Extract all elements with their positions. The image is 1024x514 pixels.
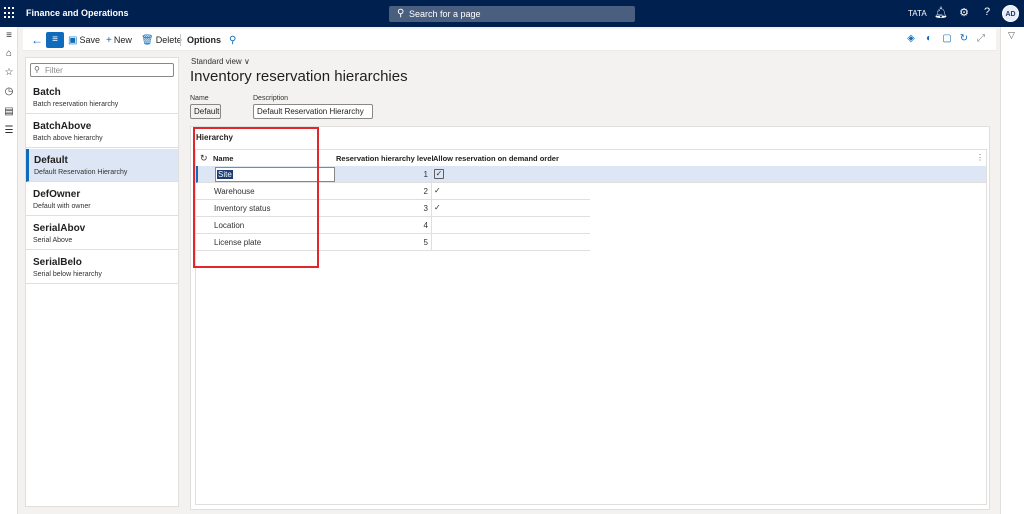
star-icon[interactable]: ☆ xyxy=(3,67,15,78)
app-launcher-icon[interactable] xyxy=(4,7,16,19)
list-panel: ⚲ Filter Batch Batch reservation hierarc… xyxy=(25,57,179,507)
list-item-subtitle: Batch above hierarchy xyxy=(33,135,103,142)
name-field[interactable]: Default xyxy=(190,104,221,119)
back-arrow-icon[interactable]: ← xyxy=(31,29,43,51)
list-item-serialabov[interactable]: SerialAbov Serial Above xyxy=(26,217,178,250)
search-box[interactable]: ⚲ Search for a page xyxy=(389,6,635,22)
description-label: Description xyxy=(253,95,289,102)
divider xyxy=(180,34,181,46)
view-label: Standard view xyxy=(191,57,242,66)
app-title[interactable]: Finance and Operations xyxy=(26,8,129,18)
save-label: Save xyxy=(79,35,100,45)
right-pane: ▽ xyxy=(1000,27,1024,514)
search-icon: ⚲ xyxy=(34,65,40,74)
company-picker[interactable]: TATA xyxy=(908,9,927,18)
trash-icon: 🗑︎ xyxy=(141,34,154,46)
list-item-subtitle: Default with owner xyxy=(33,203,91,210)
workspace-icon[interactable]: ▤ xyxy=(3,106,15,117)
action-pane: ← ≡ ▣ Save + New 🗑︎ Delete Options ⚲ ◈ ◐ ▢ … xyxy=(23,29,996,51)
annotation-highlight-box xyxy=(193,127,319,268)
refresh-icon[interactable]: ↻ xyxy=(958,33,970,46)
filter-input[interactable]: ⚲ Filter xyxy=(30,63,174,77)
divider xyxy=(431,166,432,183)
list-item-subtitle: Batch reservation hierarchy xyxy=(33,101,119,108)
level-cell: 2 xyxy=(423,187,428,196)
level-cell: 5 xyxy=(423,238,428,247)
new-label: New xyxy=(113,35,132,45)
list-item-subtitle: Serial below hierarchy xyxy=(33,271,102,278)
name-label: Name xyxy=(190,95,209,102)
home-icon[interactable]: ⌂ xyxy=(3,48,15,59)
list-item-subtitle: Serial Above xyxy=(33,237,73,244)
divider xyxy=(431,183,432,200)
description-field[interactable]: Default Reservation Hierarchy xyxy=(253,104,373,119)
list-view-button[interactable]: ≡ xyxy=(46,32,64,48)
level-cell: 1 xyxy=(423,170,428,179)
more-options-icon[interactable]: ⋮ xyxy=(976,153,984,162)
chevron-down-icon: ∨ xyxy=(243,57,250,66)
check-icon: ✓ xyxy=(434,186,441,195)
new-button[interactable]: + New xyxy=(106,29,132,51)
list-item-defowner[interactable]: DefOwner Default with owner xyxy=(26,183,178,216)
level-cell: 4 xyxy=(423,221,428,230)
level-cell: 3 xyxy=(423,204,428,213)
modules-icon[interactable]: ☰ xyxy=(3,125,15,136)
help-icon[interactable]: ? xyxy=(980,6,994,18)
list-item-batchabove[interactable]: BatchAbove Batch above hierarchy xyxy=(26,115,178,148)
hamburger-icon[interactable]: ≡ xyxy=(3,30,15,41)
bell-icon[interactable]: 🔔︎ xyxy=(934,6,948,19)
attachments-icon[interactable]: ▢ xyxy=(941,33,953,46)
clock-icon[interactable]: ◷ xyxy=(3,86,15,97)
list-item-default[interactable]: Default Default Reservation Hierarchy xyxy=(26,149,178,182)
list-item-title: BatchAbove xyxy=(33,121,92,132)
list-item-subtitle: Default Reservation Hierarchy xyxy=(34,169,128,176)
save-button[interactable]: ▣ Save xyxy=(68,29,100,51)
plus-icon: + xyxy=(106,34,112,46)
list-item-batch[interactable]: Batch Batch reservation hierarchy xyxy=(26,81,178,114)
check-icon: ✓ xyxy=(434,203,441,212)
list-item-title: DefOwner xyxy=(33,189,81,200)
column-header-level[interactable]: Reservation hierarchy level xyxy=(336,154,434,163)
divider xyxy=(431,234,432,251)
list-item-title: Batch xyxy=(33,87,61,98)
avatar[interactable]: AD xyxy=(1002,5,1019,22)
top-bar: Finance and Operations ⚲ Search for a pa… xyxy=(0,0,1024,27)
left-nav: ≡ ⌂ ☆ ◷ ▤ ☰ xyxy=(0,27,18,514)
list-item-title: Default xyxy=(34,155,68,166)
save-icon: ▣ xyxy=(68,34,78,46)
main-content: Standard view ∨ Inventory reservation hi… xyxy=(188,55,996,510)
office-icon[interactable]: ◐ xyxy=(923,33,935,46)
delete-button[interactable]: 🗑︎ Delete xyxy=(141,29,182,51)
divider xyxy=(431,217,432,234)
view-selector[interactable]: Standard view ∨ xyxy=(191,57,250,66)
list-item-serialbelo[interactable]: SerialBelo Serial below hierarchy xyxy=(26,251,178,284)
search-placeholder: Search for a page xyxy=(409,9,481,19)
search-icon: ⚲ xyxy=(397,8,405,19)
options-button[interactable]: Options xyxy=(187,29,221,51)
list-item-title: SerialBelo xyxy=(33,257,82,268)
power-apps-icon[interactable]: ◈ xyxy=(905,33,917,46)
filter-funnel-icon[interactable]: ▽ xyxy=(1008,30,1015,41)
delete-label: Delete xyxy=(155,35,182,45)
gear-icon[interactable]: ⚙ xyxy=(957,6,971,19)
open-new-window-icon[interactable]: ⤢ xyxy=(975,33,987,46)
page-title: Inventory reservation hierarchies xyxy=(190,68,408,85)
divider xyxy=(431,200,432,217)
search-icon[interactable]: ⚲ xyxy=(229,29,236,51)
list-item-title: SerialAbov xyxy=(33,223,86,234)
allow-checkbox[interactable]: ✓ xyxy=(434,169,444,179)
filter-placeholder: Filter xyxy=(45,66,63,75)
column-header-allow[interactable]: Allow reservation on demand order xyxy=(433,154,559,163)
